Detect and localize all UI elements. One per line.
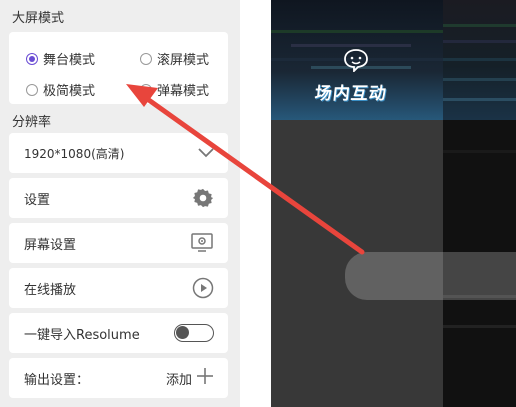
screen-settings-row[interactable]: 屏幕设置 (9, 223, 228, 263)
radio-label: 舞台模式 (43, 53, 96, 68)
radio-button[interactable] (140, 83, 152, 96)
radio-label: 极简模式 (43, 84, 96, 99)
logo-text: 场内互动 (313, 84, 388, 104)
chat-bubble-face-icon (343, 48, 369, 76)
radio-label: 弹幕模式 (157, 84, 210, 99)
play-circle-icon (192, 277, 214, 299)
radio-button-checked[interactable] (26, 52, 38, 65)
screen-mode-card: 舞台模式 滚屏模式 极简模式 弹幕模式 (9, 32, 228, 104)
online-play-row[interactable]: 在线播放 (9, 268, 228, 308)
radio-button[interactable] (26, 83, 38, 96)
settings-label: 设置 (24, 192, 51, 208)
resolution-title: 分辨率 (12, 115, 52, 130)
output-settings-label: 输出设置： (24, 372, 90, 388)
chevron-down-icon (198, 148, 214, 158)
resolume-toggle[interactable] (174, 324, 214, 342)
resolume-label: 一键导入Resolume (24, 327, 140, 343)
screen-preview: 场内互动 (271, 0, 516, 407)
panel-divider (240, 0, 270, 407)
screen-settings-label: 屏幕设置 (24, 237, 77, 253)
gear-icon (192, 187, 214, 209)
logo-area: 场内互动 (271, 0, 443, 120)
plus-icon (196, 367, 214, 389)
radio-button[interactable] (140, 52, 152, 65)
toggle-knob (176, 326, 189, 339)
radio-stage-mode[interactable]: 舞台模式 (26, 49, 95, 68)
resolume-row: 一键导入Resolume (9, 313, 228, 353)
radio-label: 滚屏模式 (157, 53, 210, 68)
preview-overlay-bar (345, 252, 516, 300)
resolution-select[interactable]: 1920*1080(高清) (9, 133, 228, 173)
output-settings-row: 输出设置： 添加 (9, 358, 228, 398)
online-play-label: 在线播放 (24, 282, 77, 298)
radio-minimal-mode[interactable]: 极简模式 (26, 80, 95, 99)
screen-mode-title: 大屏模式 (12, 11, 65, 26)
add-label: 添加 (165, 372, 192, 388)
settings-panel: 大屏模式 舞台模式 滚屏模式 极简模式 弹幕模式 分辨率 1920*1080(高… (0, 0, 240, 407)
settings-row[interactable]: 设置 (9, 178, 228, 218)
add-output-button[interactable]: 添加 (166, 367, 214, 389)
radio-scroll-mode[interactable]: 滚屏模式 (140, 49, 209, 68)
resolution-value: 1920*1080(高清) (24, 146, 125, 161)
monitor-settings-icon (190, 232, 214, 254)
radio-danmaku-mode[interactable]: 弹幕模式 (140, 80, 209, 99)
